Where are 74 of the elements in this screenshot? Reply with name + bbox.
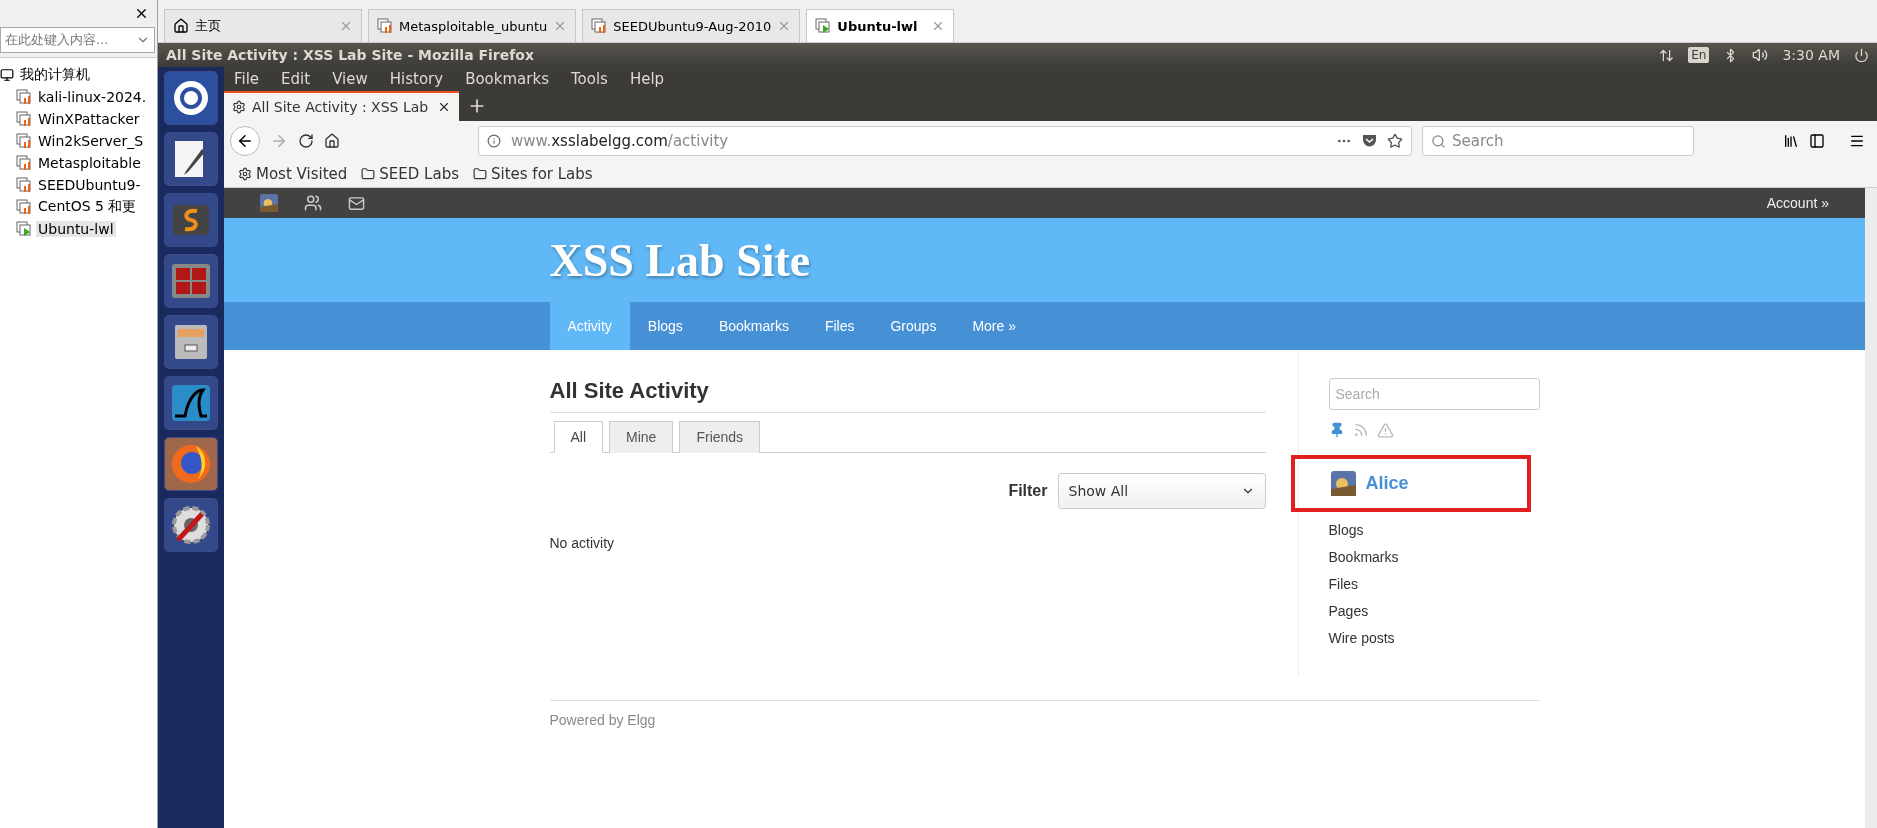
address-bar[interactable]: www.xsslabelgg.com/activity	[478, 126, 1412, 156]
search-icon	[1431, 133, 1446, 149]
friends-icon[interactable]	[304, 194, 322, 212]
clock[interactable]: 3:30 AM	[1782, 47, 1840, 63]
bookmark-item[interactable]: Sites for Labs	[473, 165, 593, 183]
browser-tab[interactable]: All Site Activity : XSS Lab	[224, 91, 459, 121]
filter-tab[interactable]: All	[553, 421, 604, 453]
tree-item[interactable]: WinXPattacker	[36, 111, 142, 127]
vm-tab[interactable]: Ubuntu-lwl	[806, 9, 955, 42]
avatar-icon[interactable]	[260, 194, 278, 212]
keyboard-indicator[interactable]: En	[1688, 47, 1710, 63]
menu-item[interactable]: View	[332, 70, 368, 88]
sidebar-link[interactable]: Pages	[1328, 603, 1540, 619]
menu-item[interactable]: History	[389, 70, 444, 88]
tree-item[interactable]: 我的计算机	[18, 66, 92, 84]
sidebar-link[interactable]: Wire posts	[1328, 630, 1540, 646]
window-title: All Site Activity : XSS Lab Site - Mozilla Firefox	[166, 47, 535, 63]
tree-item[interactable]: Ubuntu-lwl	[36, 221, 116, 237]
sidebar-link[interactable]: Files	[1328, 576, 1540, 592]
gear-icon	[238, 167, 252, 181]
volume-icon[interactable]	[1752, 47, 1769, 63]
power-icon[interactable]	[1854, 47, 1869, 63]
avatar-icon[interactable]	[1330, 471, 1356, 496]
home-icon	[173, 18, 189, 34]
vm-tab[interactable]: SEEDUbuntu9-Aug-2010	[582, 9, 801, 42]
system-settings-icon	[170, 504, 212, 546]
menu-item[interactable]: Edit	[281, 70, 311, 88]
tree-item[interactable]: CentOS 5 和更	[36, 198, 139, 216]
library-icon[interactable]	[1783, 133, 1799, 149]
bookmark-item[interactable]: Most Visited	[238, 165, 348, 183]
shark-fin-icon	[171, 384, 211, 422]
page-heading: All Site Activity	[549, 378, 1266, 413]
close-icon[interactable]	[134, 6, 149, 21]
sidebar-link[interactable]: Bookmarks	[1328, 549, 1540, 565]
empty-message: No activity	[549, 535, 616, 551]
tree-item[interactable]: SEEDUbuntu9-	[36, 177, 143, 193]
menu-item[interactable]: Bookmarks	[465, 70, 549, 88]
back-button[interactable]	[230, 126, 260, 156]
computer-icon	[0, 68, 14, 82]
mail-icon[interactable]	[348, 194, 365, 212]
home-button[interactable]	[324, 133, 340, 149]
search-field[interactable]: Search	[1422, 126, 1694, 156]
tree-item[interactable]: Win2kServer_S	[36, 133, 146, 149]
bookmark-item[interactable]: SEED Labs	[361, 165, 459, 183]
info-icon	[487, 134, 501, 148]
filter-select[interactable]: Show All	[1057, 473, 1266, 509]
ubuntu-logo-icon	[172, 79, 210, 117]
folder-icon	[361, 167, 376, 181]
firefox-icon	[170, 443, 212, 485]
page-icon	[232, 100, 246, 114]
account-link[interactable]: Account »	[1766, 195, 1829, 211]
network-icon[interactable]	[1659, 47, 1675, 63]
pocket-icon[interactable]	[1362, 134, 1377, 148]
tree-item[interactable]: kali-linux-2024.	[36, 89, 149, 105]
reload-button[interactable]	[298, 133, 314, 149]
terminal-grid-icon	[171, 263, 211, 299]
bookmark-star-icon[interactable]	[1387, 133, 1403, 149]
search-field[interactable]: 在此处键入内容...	[0, 27, 155, 53]
sidebar-icon[interactable]	[1809, 133, 1825, 149]
filter-tab[interactable]: Mine	[609, 421, 674, 453]
vm-tab[interactable]: 主页	[164, 9, 362, 42]
close-icon[interactable]	[437, 100, 451, 114]
vm-tab[interactable]: Metasploitable_ubuntu	[368, 9, 577, 42]
folder-icon	[473, 167, 487, 181]
file-cabinet-icon	[173, 323, 209, 361]
filter-label: Filter	[1008, 482, 1048, 500]
tree-item[interactable]: Metasploitable	[36, 155, 143, 171]
filter-tab[interactable]: Friends	[679, 421, 761, 453]
footer-text: Powered by Elgg	[549, 712, 656, 728]
sidebar-link[interactable]: Blogs	[1328, 522, 1540, 538]
menu-item[interactable]: File	[234, 70, 260, 88]
menu-item[interactable]: Help	[629, 70, 665, 88]
menu-item[interactable]: Tools	[570, 70, 608, 88]
menu-icon[interactable]	[1849, 133, 1865, 149]
